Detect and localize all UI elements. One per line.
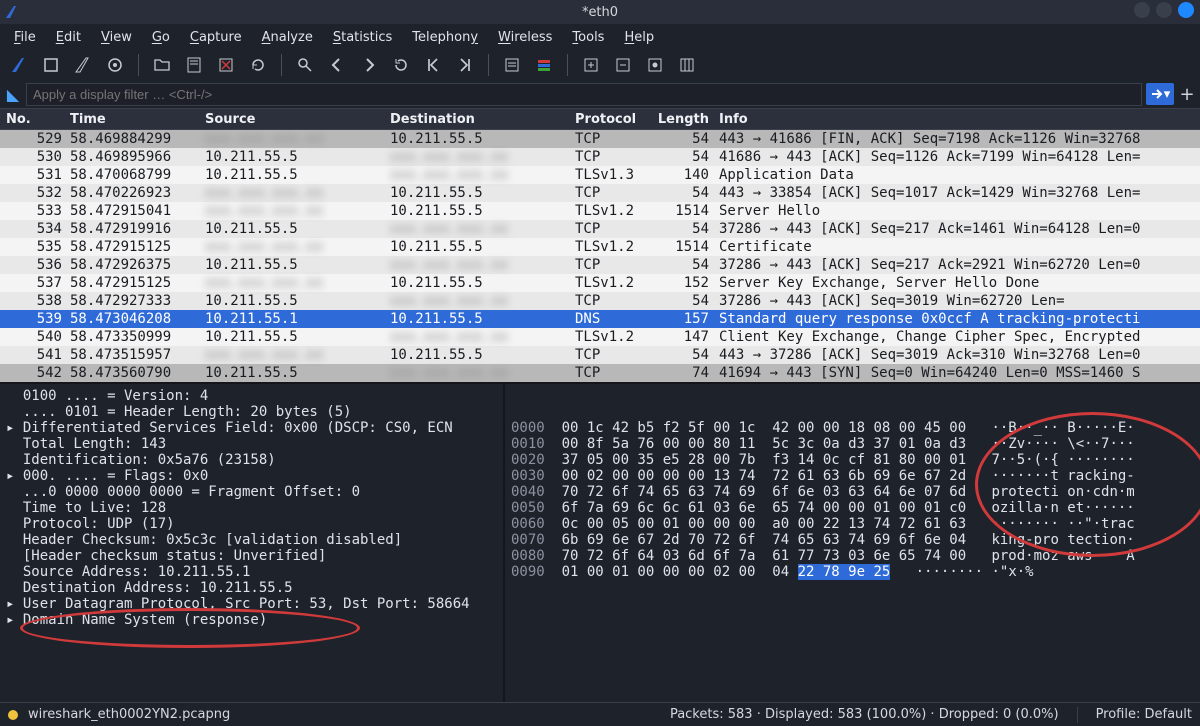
packet-details-pane[interactable]: 0100 .... = Version: 4 .... 0101 = Heade… <box>0 384 505 702</box>
save-file-button[interactable] <box>183 54 205 76</box>
display-filter-input[interactable] <box>26 83 1142 106</box>
menu-help[interactable]: Help <box>616 27 662 48</box>
menu-tools[interactable]: Tools <box>564 27 612 48</box>
packet-row[interactable]: 54158.473515957xxx.xxx.xxx.xx10.211.55.5… <box>0 346 1200 364</box>
menu-capture[interactable]: Capture <box>182 27 250 48</box>
menu-view[interactable]: View <box>93 27 140 48</box>
col-protocol[interactable]: Protocol <box>575 112 655 127</box>
packet-row[interactable]: 53158.47006879910.211.55.5xxx.xxx.xxx.xx… <box>0 166 1200 184</box>
close-file-button[interactable] <box>215 54 237 76</box>
toolbar-separator-4 <box>567 54 568 76</box>
toolbar-separator-2 <box>281 54 282 76</box>
status-bar: wireshark_eth0002YN2.pcapng Packets: 583… <box>0 702 1200 726</box>
filter-add-button[interactable]: + <box>1178 84 1196 105</box>
packet-row[interactable]: 53358.472915041xxx.xxx.xxx.xx10.211.55.5… <box>0 202 1200 220</box>
zoom-reset-button[interactable] <box>644 54 666 76</box>
capture-file-label[interactable]: wireshark_eth0002YN2.pcapng <box>28 707 230 722</box>
packet-row[interactable]: 53858.47292733310.211.55.5xxx.xxx.xxx.xx… <box>0 292 1200 310</box>
toolbar-separator-1 <box>138 54 139 76</box>
packet-row[interactable]: 52958.469884299xxx.xxx.xxx.xx10.211.55.5… <box>0 130 1200 148</box>
packet-row[interactable]: 53258.470226923xxx.xxx.xxx.xx10.211.55.5… <box>0 184 1200 202</box>
details-hex-split: 0100 .... = Version: 4 .... 0101 = Heade… <box>0 382 1200 702</box>
restart-capture-button[interactable] <box>72 54 94 76</box>
filter-apply-button[interactable]: ▾ <box>1146 83 1174 105</box>
goto-last-button[interactable] <box>454 54 476 76</box>
expert-info-icon[interactable] <box>8 710 18 720</box>
filter-bookmark-icon[interactable]: ◣ <box>4 85 22 104</box>
zoom-in-button[interactable] <box>580 54 602 76</box>
packet-row[interactable]: 53058.46989596610.211.55.5xxx.xxx.xxx.xx… <box>0 148 1200 166</box>
app-fin-icon <box>4 4 20 20</box>
menu-statistics[interactable]: Statistics <box>325 27 400 48</box>
main-toolbar <box>0 50 1200 80</box>
menu-wireless[interactable]: Wireless <box>490 27 560 48</box>
reload-button[interactable] <box>247 54 269 76</box>
window-maximize-button[interactable] <box>1156 2 1172 18</box>
col-destination[interactable]: Destination <box>390 112 575 127</box>
go-back-button[interactable] <box>326 54 348 76</box>
packet-row[interactable]: 54258.47356079010.211.55.5xxx.xxx.xxx.xx… <box>0 364 1200 382</box>
col-source[interactable]: Source <box>205 112 390 127</box>
packet-row[interactable]: 53558.472915125xxx.xxx.xxx.xx10.211.55.5… <box>0 238 1200 256</box>
display-filter-bar: ◣ ▾ + <box>0 80 1200 108</box>
menu-go[interactable]: Go <box>144 27 178 48</box>
autoscroll-button[interactable] <box>501 54 523 76</box>
packet-list-header[interactable]: No. Time Source Destination Protocol Len… <box>0 108 1200 130</box>
capture-options-button[interactable] <box>104 54 126 76</box>
menu-edit[interactable]: Edit <box>48 27 89 48</box>
packet-bytes-pane[interactable]: 0000 00 1c 42 b5 f2 5f 00 1c 42 00 00 18… <box>505 384 1200 702</box>
packet-list[interactable]: 52958.469884299xxx.xxx.xxx.xx10.211.55.5… <box>0 130 1200 382</box>
resize-columns-button[interactable] <box>676 54 698 76</box>
col-length[interactable]: Length <box>655 112 715 127</box>
col-time[interactable]: Time <box>70 112 205 127</box>
menu-bar: File Edit View Go Capture Analyze Statis… <box>0 24 1200 50</box>
go-forward-button[interactable] <box>358 54 380 76</box>
zoom-out-button[interactable] <box>612 54 634 76</box>
open-file-button[interactable] <box>151 54 173 76</box>
menu-analyze[interactable]: Analyze <box>254 27 321 48</box>
packet-counts: Packets: 583 · Displayed: 583 (100.0%) ·… <box>670 707 1059 723</box>
packet-row[interactable]: 53758.472915125xxx.xxx.xxx.xx10.211.55.5… <box>0 274 1200 292</box>
toolbar-separator-3 <box>488 54 489 76</box>
packet-row[interactable]: 53958.47304620810.211.55.110.211.55.5DNS… <box>0 310 1200 328</box>
menu-file[interactable]: File <box>6 27 44 48</box>
packet-row[interactable]: 53658.47292637510.211.55.5xxx.xxx.xxx.xx… <box>0 256 1200 274</box>
window-minimize-button[interactable] <box>1134 2 1150 18</box>
start-capture-button[interactable] <box>8 54 30 76</box>
menu-telephony[interactable]: Telephony <box>404 27 486 48</box>
profile-label[interactable]: Profile: Default <box>1096 707 1192 723</box>
col-no[interactable]: No. <box>0 112 70 127</box>
stop-capture-button[interactable] <box>40 54 62 76</box>
packet-row[interactable]: 54058.47335099910.211.55.5xxx.xxx.xxx.xx… <box>0 328 1200 346</box>
find-button[interactable] <box>294 54 316 76</box>
goto-first-button[interactable] <box>422 54 444 76</box>
packet-row[interactable]: 53458.47291991610.211.55.5xxx.xxx.xxx.xx… <box>0 220 1200 238</box>
goto-packet-button[interactable] <box>390 54 412 76</box>
col-info[interactable]: Info <box>715 112 1200 127</box>
colorize-button[interactable] <box>533 54 555 76</box>
window-controls <box>1134 2 1194 18</box>
titlebar: *eth0 <box>0 0 1200 24</box>
window-title: *eth0 <box>582 5 618 20</box>
window-close-button[interactable] <box>1178 2 1194 18</box>
